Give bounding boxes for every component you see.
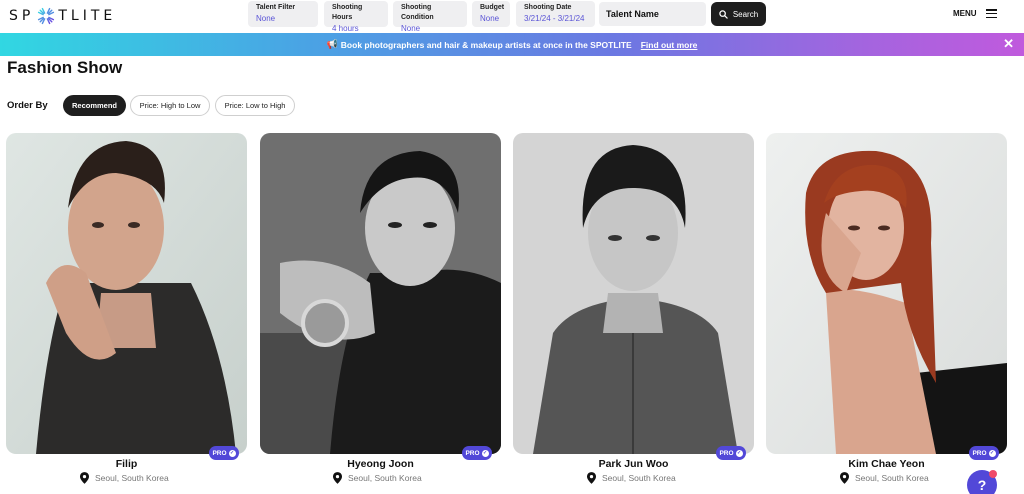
sort-recommend-button[interactable]: Recommend xyxy=(63,95,126,116)
talent-card[interactable] xyxy=(6,133,247,454)
talent-name[interactable]: Filip xyxy=(6,458,247,470)
pro-label: PRO xyxy=(212,449,227,457)
location-pin-icon xyxy=(333,472,342,484)
page-title: Fashion Show xyxy=(7,58,123,77)
filter-title: Budget xyxy=(480,4,505,11)
location-text: Seoul, South Korea xyxy=(855,473,929,483)
banner-text: Book photographers and hair & makeup art… xyxy=(340,39,632,50)
promo-banner: 📢 Book photographers and hair & makeup a… xyxy=(0,33,1024,56)
verified-check-icon: ✓ xyxy=(228,449,236,457)
budget-filter[interactable]: Budget None xyxy=(472,1,510,27)
talent-location: Seoul, South Korea xyxy=(333,472,422,484)
menu-icon xyxy=(985,9,997,18)
top-header: SP TLITE Talent Filter None Shooting Hou… xyxy=(0,0,1024,33)
search-label: Search xyxy=(732,9,759,19)
talent-location: Seoul, South Korea xyxy=(840,472,929,484)
filter-value: None xyxy=(256,14,276,23)
menu-button[interactable]: MENU xyxy=(953,9,997,18)
pro-label: PRO xyxy=(465,449,480,457)
verified-check-icon: ✓ xyxy=(481,449,489,457)
search-icon xyxy=(719,9,728,19)
order-by-label: Order By xyxy=(7,100,48,111)
filter-title: Shooting Date xyxy=(524,4,572,11)
location-text: Seoul, South Korea xyxy=(95,473,169,483)
logo-text-left: SP xyxy=(9,8,35,24)
talent-name[interactable]: Park Jun Woo xyxy=(513,458,754,470)
filter-title: Talent Filter xyxy=(256,4,296,11)
talent-name[interactable]: Hyeong Joon xyxy=(260,458,501,470)
talent-photo[interactable] xyxy=(766,133,1007,454)
talent-photo[interactable] xyxy=(260,133,501,454)
shooting-condition-filter[interactable]: Shooting Condition None xyxy=(393,1,467,33)
close-icon[interactable]: ✕ xyxy=(1003,37,1014,51)
find-out-more-link[interactable]: Find out more xyxy=(641,40,698,50)
filter-title: Shooting Hours xyxy=(332,4,363,21)
location-text: Seoul, South Korea xyxy=(602,473,676,483)
megaphone-icon: 📢 xyxy=(326,39,338,49)
shooting-hours-filter[interactable]: Shooting Hours 4 hours xyxy=(324,1,388,33)
spotlite-logo[interactable]: SP TLITE xyxy=(9,6,116,26)
filter-value: None xyxy=(480,14,500,23)
talent-location: Seoul, South Korea xyxy=(80,472,169,484)
sort-price-low-high-button[interactable]: Price: Low to High xyxy=(215,95,295,116)
logo-text-right: TLITE xyxy=(58,8,117,24)
location-pin-icon xyxy=(587,472,596,484)
talent-card[interactable] xyxy=(766,133,1007,454)
talent-photo[interactable] xyxy=(6,133,247,454)
verified-check-icon: ✓ xyxy=(735,449,743,457)
pro-label: PRO xyxy=(719,449,734,457)
talent-filter[interactable]: Talent Filter None xyxy=(248,1,318,27)
location-text: Seoul, South Korea xyxy=(348,473,422,483)
location-pin-icon xyxy=(80,472,89,484)
talent-card[interactable] xyxy=(513,133,754,454)
notification-dot xyxy=(989,470,997,478)
shooting-date-filter[interactable]: Shooting Date 3/21/24 - 3/21/24 xyxy=(516,1,595,27)
talent-card[interactable] xyxy=(260,133,501,454)
talent-photo[interactable] xyxy=(513,133,754,454)
menu-label: MENU xyxy=(953,9,977,18)
verified-check-icon: ✓ xyxy=(988,449,996,457)
search-button[interactable]: Search xyxy=(711,2,766,26)
talent-name-input[interactable]: Talent Name xyxy=(599,2,706,26)
talent-location: Seoul, South Korea xyxy=(587,472,676,484)
pro-label: PRO xyxy=(972,449,987,457)
filter-title: Shooting Condition xyxy=(401,4,434,21)
filter-value: 3/21/24 - 3/21/24 xyxy=(524,14,585,23)
sort-price-high-low-button[interactable]: Price: High to Low xyxy=(130,95,210,116)
talent-name[interactable]: Kim Chae Yeon xyxy=(766,458,1007,470)
location-pin-icon xyxy=(840,472,849,484)
star-logo-icon xyxy=(37,7,56,25)
